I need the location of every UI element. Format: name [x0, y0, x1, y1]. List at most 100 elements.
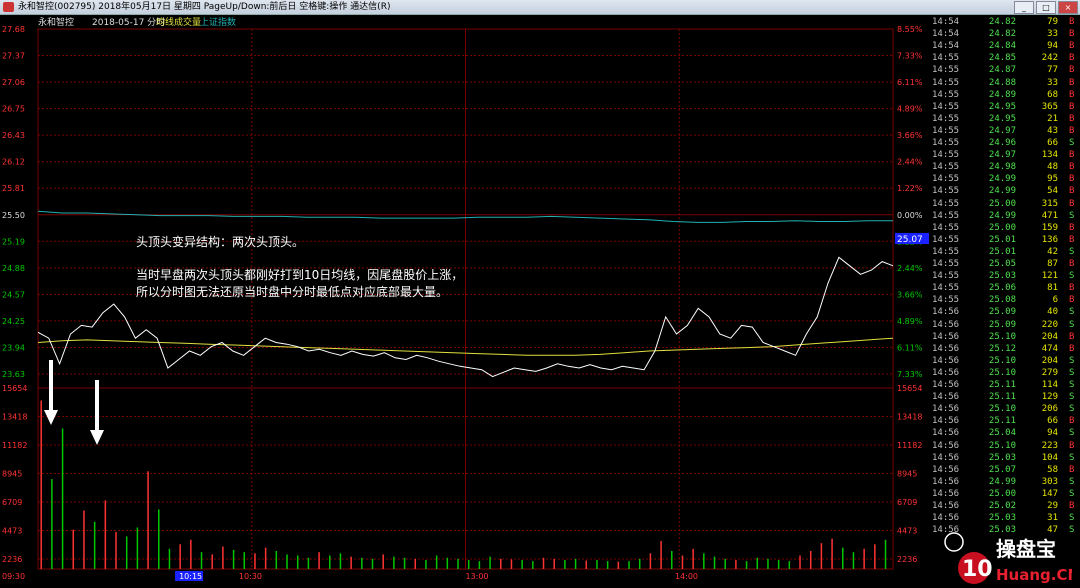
price-tick-label: 25.81 [2, 184, 25, 193]
tick-row: 14:55 25.01 136 B [930, 235, 1080, 246]
price-tick-label: 25.19 [2, 237, 25, 246]
tick-side: B [1069, 259, 1075, 269]
window-titlebar: 永和智控(002795) 2018年05月17日 星期四 PageUp/Down… [0, 0, 1080, 15]
tick-row: 14:55 24.99 471 S [930, 211, 1080, 222]
tick-time: 14:56 [932, 319, 960, 330]
chart-stock-name: 永和智控 [38, 16, 74, 28]
tick-row: 14:55 25.01 42 S [930, 247, 1080, 258]
tick-row: 14:55 25.00 315 B [930, 199, 1080, 210]
tick-side: B [1069, 162, 1075, 173]
time-tick-label: 13:00 [466, 572, 489, 581]
tick-price: 25.02 [988, 501, 1016, 511]
tick-price: 25.10 [988, 355, 1016, 366]
tick-volume: 54 [1047, 186, 1058, 197]
tick-price: 24.84 [988, 41, 1016, 52]
tick-row: 14:55 24.97 134 B [930, 150, 1080, 161]
percent-tick-label: 3.66% [897, 290, 923, 299]
watermark-site: Huang.CN [996, 566, 1072, 584]
percent-tick-label: 0.00% [897, 211, 923, 220]
tick-price: 25.09 [988, 319, 1016, 330]
tick-side: S [1069, 380, 1075, 390]
watermark-badge: 10 [962, 557, 993, 582]
percent-tick-label: 4.89% [897, 105, 923, 114]
tick-volume: 114 [1041, 380, 1058, 390]
legend-avg-line: 均线 [156, 16, 174, 28]
volume-tick-label: 6709 [2, 498, 22, 507]
time-tick-label: 09:30 [2, 572, 25, 581]
arrow-head [90, 430, 104, 445]
tick-volume: 94 [1047, 41, 1058, 52]
maximize-button[interactable]: □ [1036, 1, 1056, 14]
tick-price: 25.05 [988, 259, 1016, 269]
tick-side: B [1069, 331, 1075, 342]
tick-side: B [1069, 283, 1075, 294]
tick-row: 14:56 25.03 31 S [930, 513, 1080, 524]
volume-tick-label-right: 8945 [897, 470, 917, 479]
tick-time: 14:55 [932, 271, 960, 282]
tick-side: S [1069, 488, 1075, 499]
tick-price: 25.00 [988, 222, 1016, 233]
tick-row: 14:56 25.12 474 B [930, 344, 1080, 355]
tick-price: 25.01 [988, 234, 1016, 245]
tick-price: 24.89 [988, 89, 1016, 100]
tick-volume: 31 [1047, 513, 1058, 524]
volume-tick-label: 15654 [2, 384, 27, 393]
tick-volume: 223 [1041, 440, 1058, 451]
tick-price: 24.99 [988, 476, 1016, 487]
volume-tick-label: 11182 [2, 441, 27, 450]
tick-price: 24.85 [988, 53, 1016, 64]
tick-price: 25.11 [988, 416, 1016, 427]
tick-side: B [1069, 17, 1075, 27]
tick-volume: 6 [1052, 295, 1058, 306]
tick-time: 14:55 [932, 65, 960, 76]
tick-time: 14:55 [932, 53, 960, 64]
tick-side: S [1069, 428, 1075, 439]
time-tick-label: 14:00 [675, 572, 698, 581]
volume-tick-label-right: 13418 [897, 413, 922, 422]
tick-side: S [1069, 367, 1075, 378]
tick-time: 14:56 [932, 501, 960, 511]
tick-price: 25.08 [988, 295, 1016, 306]
tick-side: B [1069, 464, 1075, 475]
tick-price: 25.10 [988, 440, 1016, 451]
tick-side: S [1069, 271, 1075, 282]
tick-time: 14:56 [932, 331, 960, 342]
tick-time: 14:55 [932, 138, 960, 148]
volume-tick-label-right: 2236 [897, 555, 917, 564]
tick-list-panel[interactable]: 14:54 24.82 79 B 14:54 24.82 33 B 14:54 24.84 94 B 1… [930, 15, 1080, 586]
watermark-text: 操盘宝 [996, 537, 1056, 561]
tick-volume: 66 [1047, 416, 1058, 427]
tick-side: B [1069, 101, 1075, 112]
tick-row: 14:55 24.99 54 B [930, 186, 1080, 197]
tick-time: 14:55 [932, 295, 960, 306]
intraday-chart[interactable]: 27.68 8.55% 27.37 7.33% 27.06 6.11% 26.75 4.89%… [0, 15, 930, 586]
tick-row: 14:55 24.96 66 S [930, 138, 1080, 149]
tick-time: 14:54 [932, 17, 960, 27]
tick-price: 25.10 [988, 367, 1016, 378]
tick-volume: 43 [1047, 125, 1058, 136]
tick-row: 14:55 24.95 365 B [930, 102, 1080, 113]
tick-time: 14:56 [932, 392, 960, 403]
tick-time: 14:55 [932, 222, 960, 233]
price-tick-label: 26.75 [2, 105, 25, 114]
tick-side: B [1069, 29, 1075, 40]
price-tick-label: 27.68 [2, 25, 25, 34]
tick-time: 14:56 [932, 404, 960, 415]
tick-row: 14:55 24.88 33 B [930, 78, 1080, 89]
tick-price: 24.99 [988, 174, 1016, 185]
tick-side: B [1069, 77, 1075, 88]
window-title: 永和智控(002795) 2018年05月17日 星期四 PageUp/Down… [18, 2, 391, 12]
tick-side: S [1069, 210, 1075, 221]
tick-row: 14:56 25.10 204 B [930, 332, 1080, 343]
tick-volume: 29 [1047, 501, 1058, 511]
tick-side: B [1069, 125, 1075, 136]
percent-tick-label: 1.22% [897, 184, 923, 193]
tick-side: S [1069, 138, 1075, 148]
tick-volume: 48 [1047, 162, 1058, 173]
tick-volume: 68 [1047, 89, 1058, 100]
close-button[interactable]: × [1058, 1, 1078, 14]
legend-volume: 成交量 [174, 16, 201, 28]
minimize-button[interactable]: _ [1014, 1, 1034, 14]
arrow-head [44, 410, 58, 425]
tick-volume: 159 [1041, 222, 1058, 233]
